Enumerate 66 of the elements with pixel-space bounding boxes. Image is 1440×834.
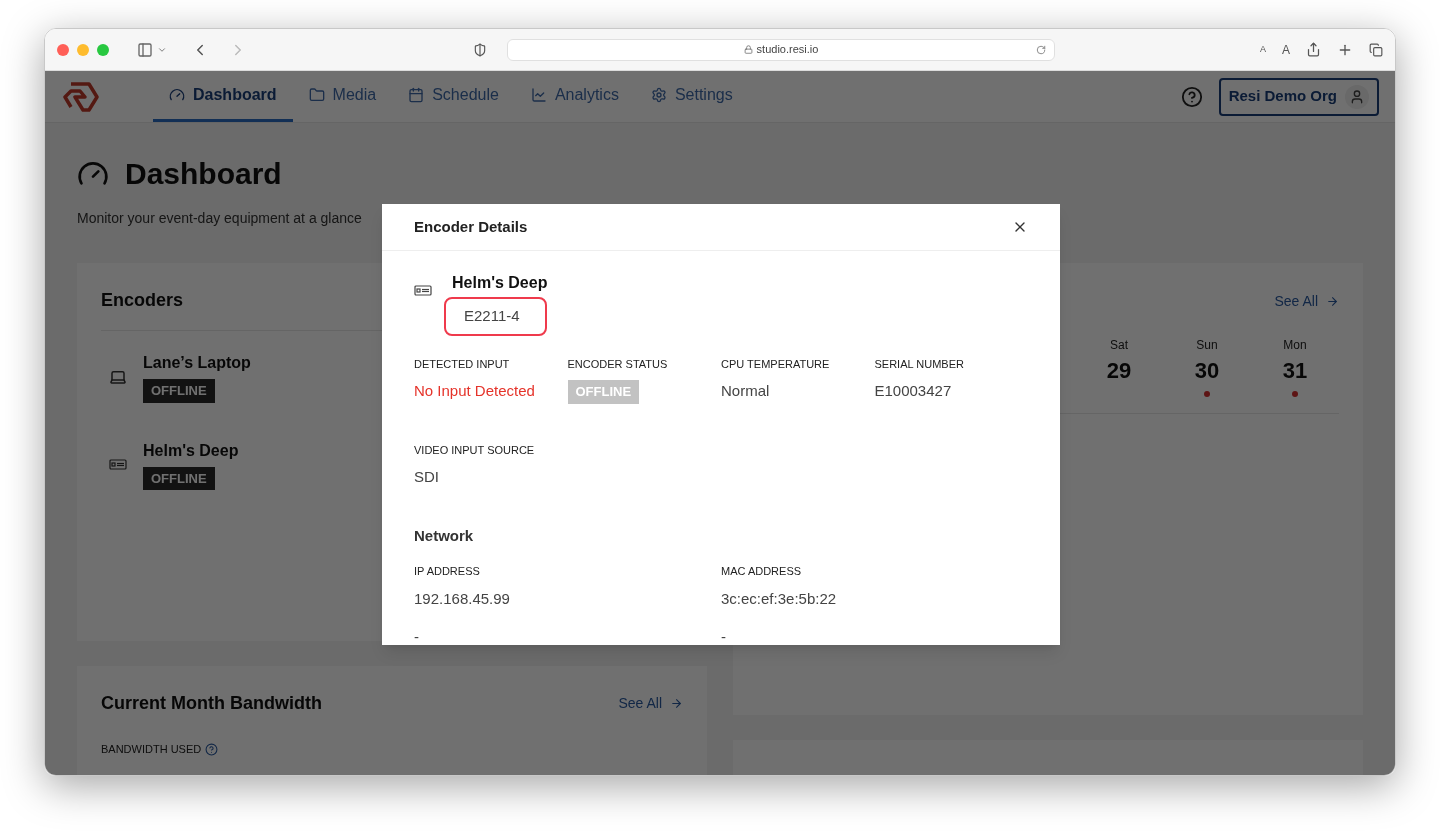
day-number[interactable]: 31: [1282, 354, 1308, 387]
field-label: SERIAL NUMBER: [874, 356, 964, 372]
day-number[interactable]: 29: [1106, 354, 1132, 387]
bandwidth-used-label: BANDWIDTH USED: [101, 742, 202, 757]
user-avatar-icon: [1345, 84, 1369, 109]
nav-tab[interactable]: Media: [292, 71, 393, 122]
larger-text-button[interactable]: A: [1282, 40, 1290, 59]
address-bar[interactable]: studio.resi.io: [507, 38, 1055, 61]
encoder-device-icon: [109, 458, 127, 470]
card-title: Current Month Bandwidth: [101, 692, 322, 715]
field-label: MAC ADDRESS: [721, 564, 802, 579]
privacy-shield-icon[interactable]: [473, 42, 487, 57]
status-badge: OFFLINE: [567, 380, 640, 404]
nav-tab[interactable]: Dashboard: [153, 71, 293, 122]
tabs-overview-icon[interactable]: [1369, 42, 1383, 57]
weekday-label: Sat: [1110, 337, 1128, 354]
dialog-title: Encoder Details: [414, 216, 528, 237]
see-all-link[interactable]: See All: [618, 693, 683, 714]
field-value: Normal: [721, 381, 770, 401]
see-all-link[interactable]: See All: [1274, 291, 1339, 312]
arrow-right-icon: [670, 697, 683, 710]
status-badge: OFFLINE: [143, 379, 215, 403]
field-value: 3c:ec:ef:3e:5b:22: [721, 588, 837, 609]
url-text: studio.resi.io: [756, 42, 819, 58]
reload-icon[interactable]: [1036, 44, 1046, 55]
close-window-button[interactable]: [57, 43, 69, 56]
settings-icon: [650, 87, 667, 103]
field-label: CPU TEMPERATURE: [721, 356, 830, 372]
encoder-id: E2211-4: [444, 297, 548, 336]
weekday-label: Mon: [1283, 337, 1307, 354]
field-value: SDI: [414, 467, 439, 487]
nav-tab[interactable]: Analytics: [514, 71, 635, 122]
share-icon[interactable]: [1306, 42, 1321, 57]
field-value: -: [414, 627, 419, 647]
status-badge: OFFLINE: [143, 466, 215, 490]
lock-icon: [743, 45, 753, 54]
zoom-window-button[interactable]: [97, 43, 109, 56]
field-label: IP ADDRESS: [414, 564, 480, 579]
folder-icon: [308, 87, 325, 103]
field-label: ENCODER STATUS: [567, 356, 668, 372]
page-subtitle: Monitor your event-day equipment at a glance: [77, 209, 362, 228]
nav-tab[interactable]: Schedule: [392, 71, 515, 122]
sidebar-toggle-icon[interactable]: [137, 41, 153, 58]
field-value: 192.168.45.99: [414, 588, 510, 609]
weekday-label: Sun: [1196, 337, 1218, 354]
line-chart-icon: [530, 87, 547, 103]
logo-icon[interactable]: [61, 80, 99, 113]
field-value: No Input Detected: [414, 381, 535, 401]
day-number[interactable]: 30: [1194, 354, 1220, 387]
field-label: VIDEO INPUT SOURCE: [414, 442, 535, 458]
gauge-icon: [169, 87, 185, 103]
nav-tab[interactable]: Settings: [634, 71, 749, 122]
organization-button[interactable]: Resi Demo Org: [1218, 77, 1379, 116]
help-icon[interactable]: [205, 742, 219, 756]
encoder-device-icon: [414, 285, 432, 296]
page-title: Dashboard: [125, 156, 282, 192]
encoder-name[interactable]: Helm's Deep: [143, 438, 239, 463]
field-value: E10003427: [874, 381, 952, 401]
calendar-icon: [408, 87, 425, 103]
smaller-text-button[interactable]: A: [1259, 42, 1266, 57]
arrow-right-icon: [1326, 295, 1339, 308]
field-label: DETECTED INPUT: [414, 356, 510, 372]
encoder-name[interactable]: Lane’s Laptop: [143, 351, 251, 375]
help-icon[interactable]: [1180, 85, 1203, 108]
field-value: -: [721, 627, 726, 647]
section-title: Network: [414, 525, 475, 546]
